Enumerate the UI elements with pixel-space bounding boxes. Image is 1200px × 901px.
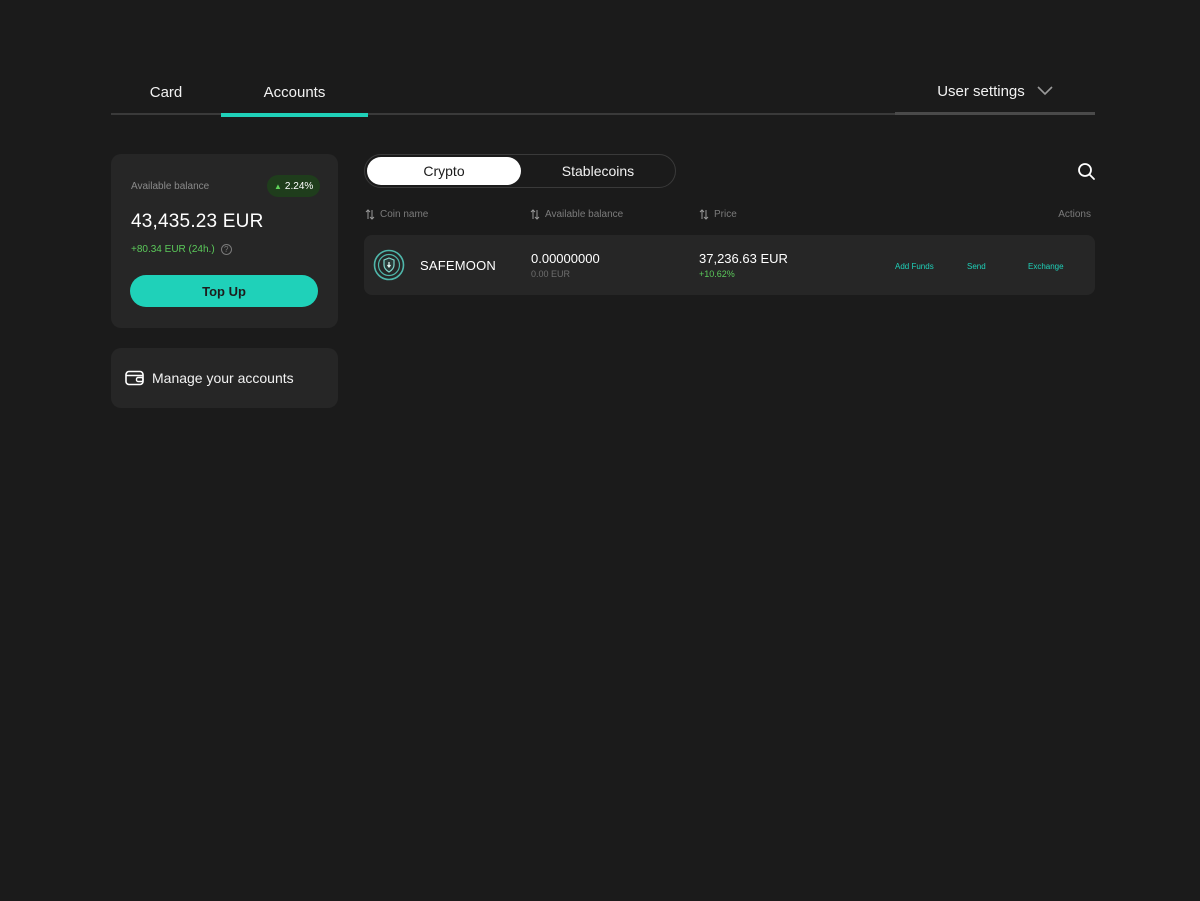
balance-card: Available balance ▲ 2.24% 43,435.23 EUR …	[111, 154, 338, 328]
arrow-up-icon: ▲	[274, 181, 282, 191]
coin-available-fiat: 0.00 EUR	[531, 269, 571, 279]
column-header-actions: Actions	[1058, 209, 1091, 220]
sort-icon	[365, 209, 375, 220]
wallet-icon	[125, 370, 144, 386]
tab-accounts[interactable]: Accounts	[221, 70, 368, 117]
top-nav: Card Accounts User settings	[111, 70, 1095, 117]
safemoon-logo-icon	[373, 249, 405, 281]
column-header-coin-name-label: Coin name	[380, 209, 429, 220]
coin-price-change: +10.62%	[699, 269, 735, 279]
chevron-down-icon	[1037, 86, 1053, 96]
accounts-page: Card Accounts User settings Available ba…	[0, 0, 1200, 901]
add-funds-link[interactable]: Add Funds	[895, 262, 934, 271]
user-settings-label: User settings	[937, 82, 1025, 100]
column-header-coin-name[interactable]: Coin name	[365, 209, 428, 220]
table-row[interactable]: SAFEMOON 0.00000000 0.00 EUR 37,236.63 E…	[364, 235, 1095, 295]
send-link[interactable]: Send	[967, 262, 986, 271]
top-up-button[interactable]: Top Up	[130, 275, 318, 307]
active-tab-indicator	[221, 113, 368, 117]
balance-label: Available balance	[131, 181, 210, 192]
manage-accounts-button[interactable]: Manage your accounts	[111, 348, 338, 408]
tab-accounts-label: Accounts	[263, 84, 326, 101]
segment-crypto[interactable]: Crypto	[367, 157, 521, 185]
column-header-price[interactable]: Price	[699, 209, 737, 220]
segment-stablecoins[interactable]: Stablecoins	[521, 157, 675, 185]
balance-amount: 43,435.23 EUR	[131, 211, 264, 232]
search-button[interactable]	[1077, 162, 1096, 181]
user-settings-dropdown[interactable]: User settings	[895, 70, 1095, 115]
sort-icon	[699, 209, 709, 220]
coin-available-amount: 0.00000000	[531, 251, 600, 266]
balance-change-badge: ▲ 2.24%	[267, 175, 321, 197]
tab-card-label: Card	[149, 84, 183, 101]
column-header-available-balance[interactable]: Available balance	[530, 209, 623, 220]
column-header-price-label: Price	[714, 209, 737, 220]
sort-icon	[530, 209, 540, 220]
help-icon[interactable]: ?	[220, 244, 232, 255]
manage-accounts-label: Manage your accounts	[152, 370, 294, 386]
column-header-available-balance-label: Available balance	[545, 209, 624, 220]
balance-change-badge-value: 2.24%	[284, 180, 314, 192]
tab-card[interactable]: Card	[111, 70, 221, 115]
asset-type-toggle: Crypto Stablecoins	[364, 154, 676, 188]
exchange-link[interactable]: Exchange	[1028, 262, 1064, 271]
coin-name: SAFEMOON	[420, 258, 496, 273]
search-icon	[1078, 163, 1095, 180]
balance-change-24h: +80.34 EUR (24h.) ?	[131, 244, 232, 255]
coin-price: 37,236.63 EUR	[699, 251, 788, 266]
balance-change-24h-value: +80.34 EUR (24h.)	[131, 244, 215, 255]
